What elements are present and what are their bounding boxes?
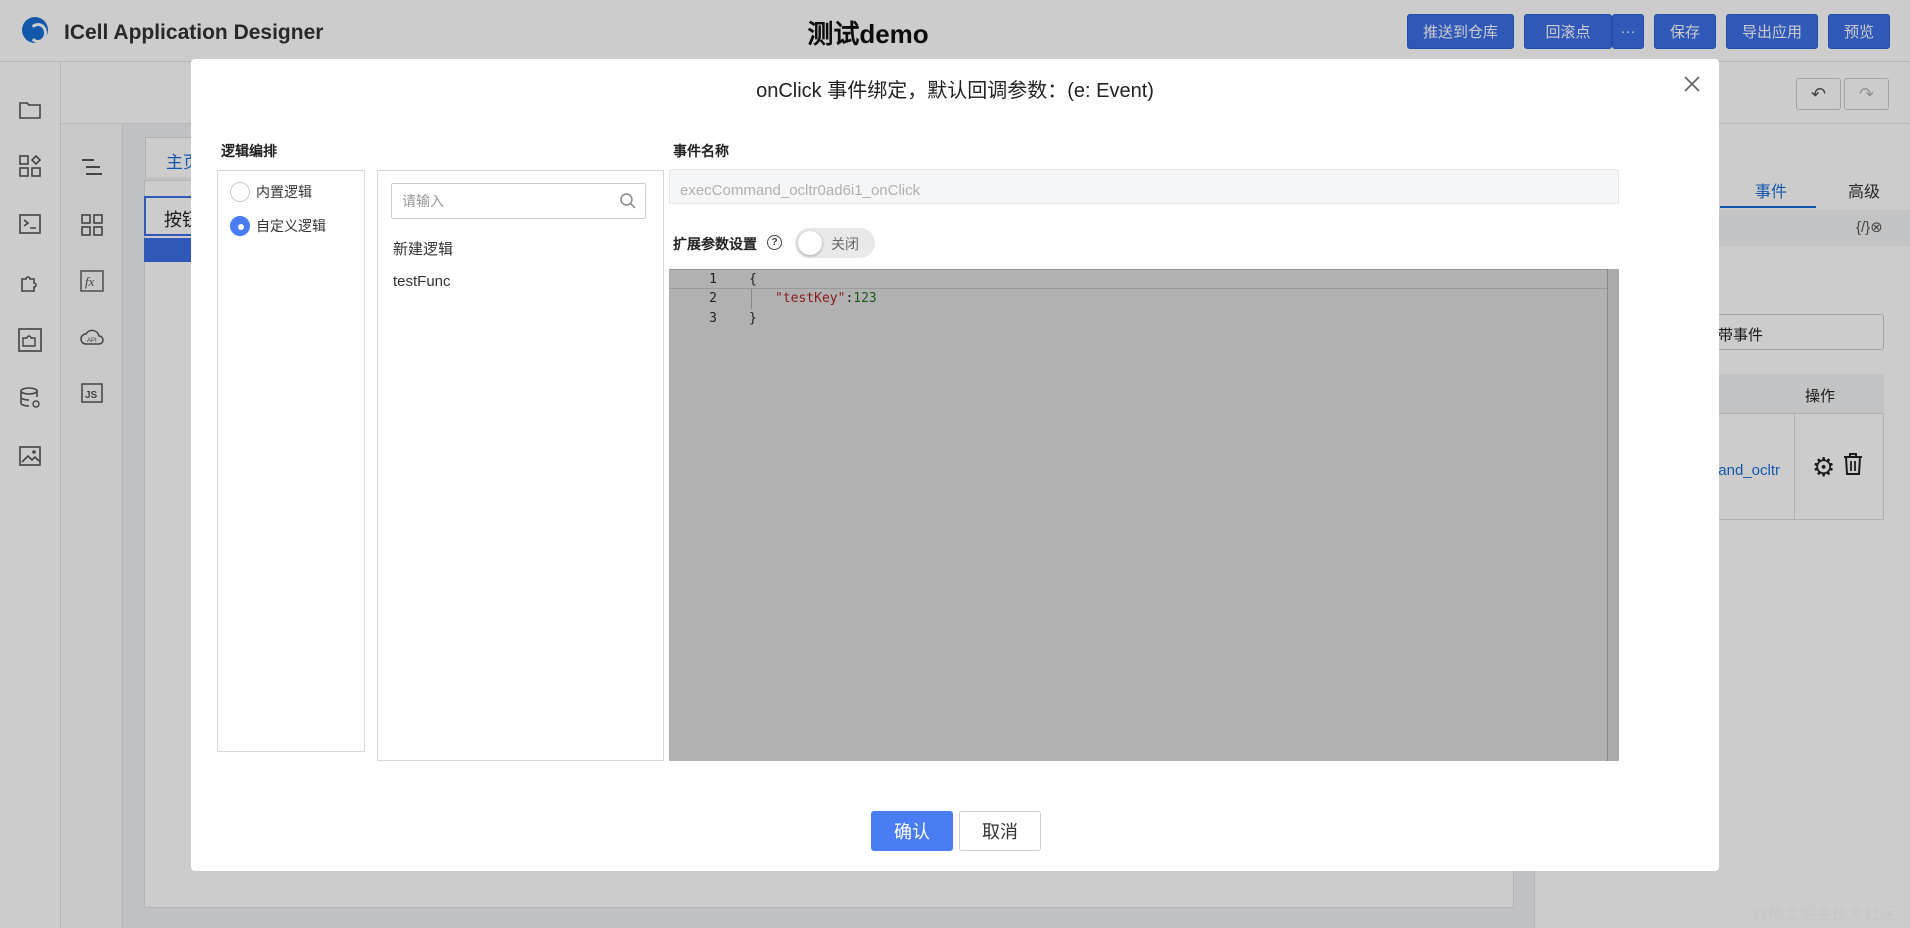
confirm-button[interactable]: 确认 — [871, 811, 953, 851]
json-value: 123 — [853, 291, 877, 306]
line-number: 2 — [709, 291, 717, 306]
dialog-title: onClick 事件绑定，默认回调参数：(e: Event) — [756, 80, 1154, 102]
line-number: 1 — [709, 272, 717, 287]
help-icon[interactable]: ? — [767, 235, 782, 250]
code-text: "testKey":123 — [775, 291, 877, 306]
cancel-button[interactable]: 取消 — [959, 811, 1041, 851]
json-code-editor[interactable]: 1 { 2 "testKey":123 3 } — [669, 269, 1619, 761]
radio-builtin-label: 内置逻辑 — [256, 184, 312, 200]
editor-line: 3 } — [669, 309, 1607, 329]
radio-circle-selected[interactable] — [230, 216, 250, 236]
code-text: } — [749, 311, 757, 326]
watermark: @稀土掘金技术社区 — [1751, 906, 1896, 923]
line-number: 3 — [709, 311, 717, 326]
list-item-testfunc[interactable]: testFunc — [393, 273, 451, 290]
event-binding-dialog: onClick 事件绑定，默认回调参数：(e: Event) 逻辑编排 内置逻辑… — [191, 59, 1719, 871]
search-field[interactable] — [391, 183, 646, 219]
event-name-field — [669, 169, 1619, 204]
ext-params-label: 扩展参数设置 — [673, 236, 757, 252]
search-icon[interactable] — [619, 192, 637, 210]
radio-circle[interactable] — [230, 182, 250, 202]
search-input[interactable] — [392, 184, 612, 218]
code-text: { — [749, 272, 757, 287]
editor-line: 1 { — [669, 269, 1607, 289]
radio-custom-label: 自定义逻辑 — [256, 218, 326, 234]
logic-section-label: 逻辑编排 — [221, 143, 277, 159]
editor-scrollbar[interactable] — [1607, 269, 1619, 761]
toggle-knob — [798, 231, 822, 255]
radio-custom-logic[interactable]: 自定义逻辑 — [230, 216, 326, 236]
event-name-label: 事件名称 — [673, 143, 729, 159]
toggle-state-label: 关闭 — [831, 236, 859, 252]
logic-list-panel: 新建逻辑 testFunc — [377, 170, 664, 761]
ext-params-toggle[interactable]: 关闭 — [795, 228, 875, 258]
close-icon[interactable] — [1679, 71, 1705, 97]
logic-type-box: 内置逻辑 自定义逻辑 — [217, 170, 365, 752]
list-item-new-logic[interactable]: 新建逻辑 — [393, 238, 453, 259]
radio-builtin-logic[interactable]: 内置逻辑 — [230, 182, 312, 202]
json-key: "testKey" — [775, 291, 846, 306]
editor-line: 2 "testKey":123 — [669, 289, 1607, 309]
